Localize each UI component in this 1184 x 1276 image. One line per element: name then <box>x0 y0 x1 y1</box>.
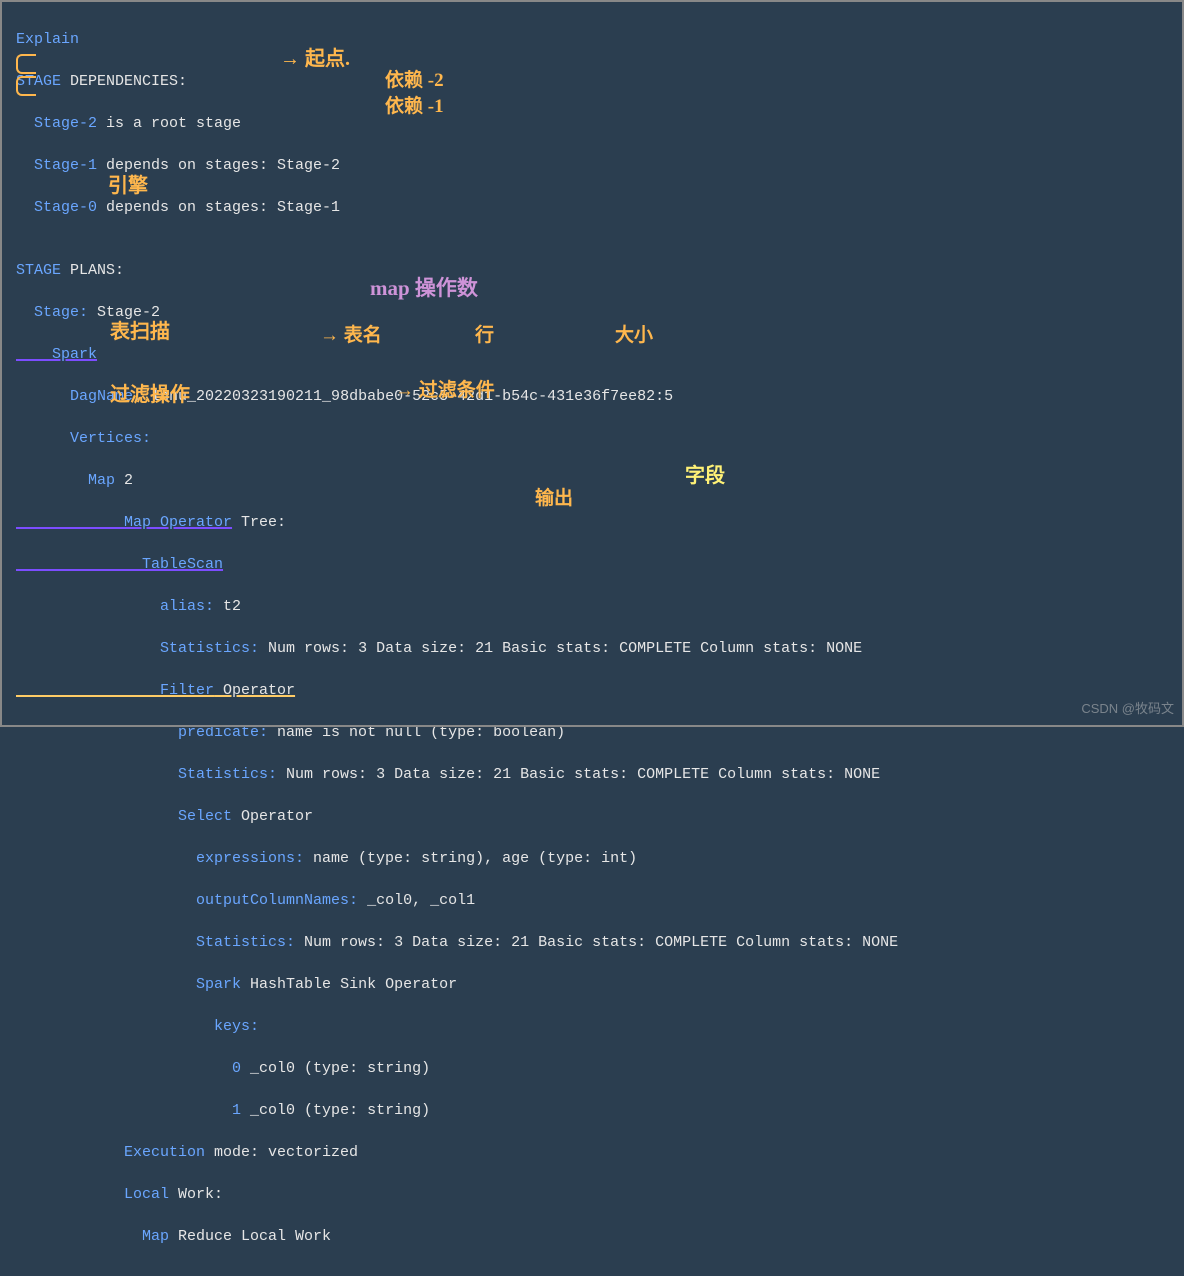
kw-stage-plans: STAGE <box>16 262 61 279</box>
stats-value: Num rows: 3 Data size: 21 Basic stats: C… <box>295 934 898 951</box>
kw-vertices: Vertices: <box>16 430 151 447</box>
kw-map-reduce: Map <box>16 1228 169 1245</box>
watermark: CSDN @牧码文 <box>1081 698 1174 719</box>
kw-local: Local <box>16 1186 169 1203</box>
kw-dagname: DagName: <box>16 388 142 405</box>
txt: PLANS: <box>61 262 124 279</box>
kw-key1: 1 <box>16 1102 241 1119</box>
alias-value: t2 <box>214 598 241 615</box>
kw-select: Select <box>16 808 232 825</box>
kw-map-op-tree: Map Operator <box>16 514 232 531</box>
kw-stats2: Statistics: <box>16 766 277 783</box>
txt: Stage-2 <box>88 304 160 321</box>
kw-tablescan: TableScan <box>16 556 223 573</box>
key-value: _col0 (type: string) <box>241 1102 430 1119</box>
kw-expr: expressions: <box>16 850 304 867</box>
kw-map: Map <box>16 472 115 489</box>
kw-stats1: Statistics: <box>16 640 259 657</box>
code-block: Explain STAGE DEPENDENCIES: Stage-2 is a… <box>0 0 1184 1276</box>
kw-outputcols: outputColumnNames: <box>16 892 358 909</box>
kw-filter: Filter <box>16 682 214 699</box>
curly-bracket-2 <box>16 76 36 96</box>
kw-stage2: Stage-2 <box>16 115 97 132</box>
txt: 2 <box>115 472 133 489</box>
kw-explain: Explain <box>16 31 79 48</box>
curly-bracket-1 <box>16 54 36 74</box>
kw-stage-label: Stage: <box>16 304 88 321</box>
txt: Tree: <box>232 514 286 531</box>
kw-keys: keys: <box>16 1018 259 1035</box>
kw-spark-sink: Spark <box>16 976 241 993</box>
txt: is a root stage <box>97 115 241 132</box>
kw-alias: alias: <box>16 598 214 615</box>
stats-value: Num rows: 3 Data size: 21 Basic stats: C… <box>277 766 880 783</box>
kw-stage0: Stage-0 <box>16 199 97 216</box>
kw-spark: Spark <box>16 346 97 363</box>
kw-stage1: Stage-1 <box>16 157 97 174</box>
txt: Operator <box>232 808 313 825</box>
expr-value: name (type: string), age (type: int) <box>304 850 637 867</box>
txt: Reduce Local Work <box>169 1228 331 1245</box>
key-value: _col0 (type: string) <box>241 1060 430 1077</box>
kw-stats3: Statistics: <box>16 934 295 951</box>
dag-value: lnnu_20220323190211_98dbabe0-52c5-42d1-b… <box>142 388 673 405</box>
txt: depends on stages: Stage-2 <box>97 157 340 174</box>
stats-value: Num rows: 3 Data size: 21 Basic stats: C… <box>259 640 862 657</box>
kw-key0: 0 <box>16 1060 241 1077</box>
kw-execution: Execution <box>16 1144 205 1161</box>
execution-value: mode: vectorized <box>205 1144 358 1161</box>
txt: Operator <box>214 682 295 699</box>
outputcols-value: _col0, _col1 <box>358 892 475 909</box>
txt: depends on stages: Stage-1 <box>97 199 340 216</box>
txt: DEPENDENCIES: <box>61 73 187 90</box>
txt: HashTable Sink Operator <box>241 976 457 993</box>
txt: Work: <box>169 1186 223 1203</box>
